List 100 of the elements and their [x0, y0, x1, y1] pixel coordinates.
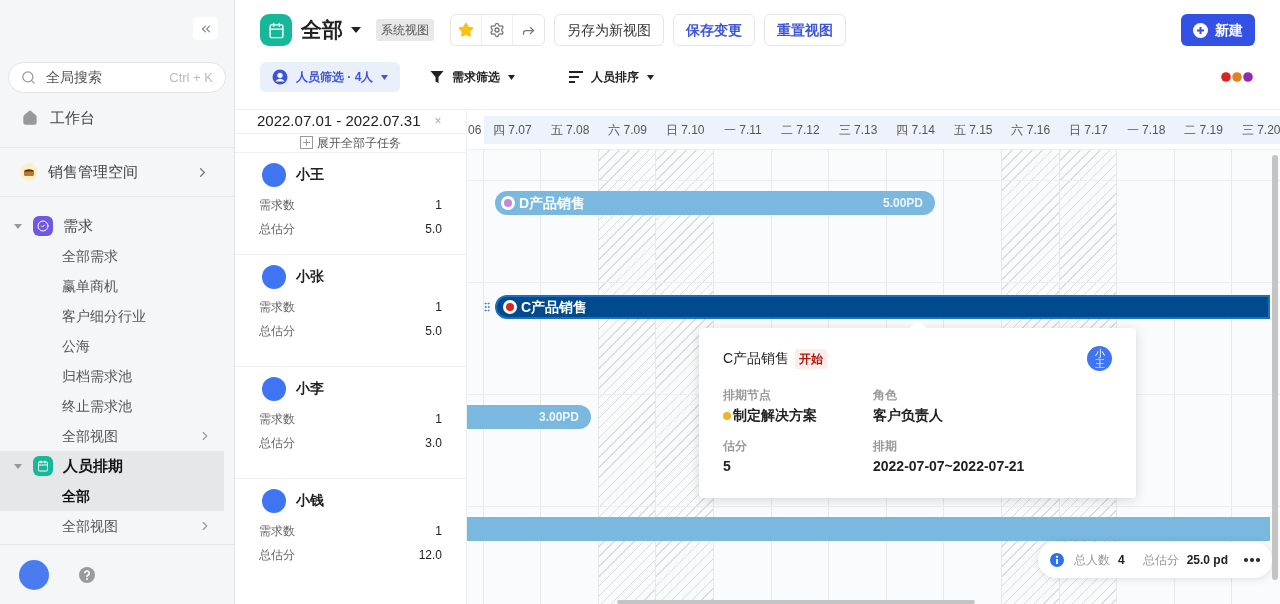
day-label: 五 7.15	[953, 122, 993, 139]
tree-item[interactable]: 全部需求	[0, 241, 224, 271]
popover-title: C产品销售	[723, 349, 790, 368]
person-name: 小钱	[296, 491, 324, 510]
day-label: 三 7.20	[1241, 122, 1280, 139]
tree-item[interactable]: 全部视图	[0, 511, 224, 541]
tree-item[interactable]: 全部	[0, 481, 224, 511]
task-title: C产品销售	[521, 297, 588, 317]
task-estimate: 5.00PD	[882, 195, 923, 212]
person-avatar	[262, 264, 286, 289]
filter-icon	[430, 70, 445, 84]
person-avatar	[262, 488, 286, 513]
stat-value: 1	[435, 410, 442, 428]
person-name: 小李	[296, 379, 324, 398]
task-title: D产品销售	[519, 193, 586, 213]
day-label: 六 7.09	[608, 122, 647, 139]
field-value: 5	[723, 457, 731, 476]
day-label: 三 7.13	[838, 122, 878, 139]
stat-value: 3.0	[425, 434, 442, 452]
day-label: 日 7.10	[665, 122, 705, 139]
workbench-item[interactable]: 工作台	[0, 97, 234, 139]
stat-value: 12.0	[418, 546, 442, 564]
search-icon	[21, 70, 36, 85]
view-title: 全部	[301, 17, 343, 44]
stat-value: 5.0	[425, 220, 442, 238]
star-icon	[458, 22, 474, 38]
status-tag: 开始	[795, 348, 828, 369]
more-icon[interactable]	[1244, 558, 1260, 562]
person-name: 小张	[296, 267, 324, 286]
home-icon	[22, 110, 38, 126]
stat-label: 总估分	[259, 434, 295, 452]
day-label: 五 7.08	[550, 122, 590, 139]
tree-group[interactable]: 人员排期	[0, 451, 224, 481]
tree-group[interactable]: 需求	[0, 211, 224, 241]
day-label: 二 7.12	[781, 122, 820, 139]
caret-icon	[508, 74, 516, 80]
field-value: 2022-07-07~2022-07-21	[873, 457, 1025, 476]
shortcut-hint: Ctrl + K	[169, 68, 213, 87]
stat-value: 5.0	[425, 322, 442, 340]
settings-icon	[489, 22, 505, 38]
space-item[interactable]: 销售管理空间	[0, 148, 234, 196]
filter-button[interactable]: 需求筛选	[418, 62, 528, 92]
field-value: 客户负责人	[873, 406, 943, 425]
summary-value: 25.0 pd	[1186, 552, 1228, 569]
stat-value: 1	[435, 298, 442, 316]
drag-handle-icon	[481, 301, 493, 313]
search-input[interactable]: 全局搜索	[46, 67, 160, 88]
user-circle-icon	[272, 69, 288, 85]
view-tag: 系统视图	[376, 19, 434, 41]
expand-all-button[interactable]: 展开全部子任务	[235, 133, 466, 153]
view-action-button[interactable]: 另存为新视图	[554, 14, 664, 46]
task-estimate: 3.00PD	[538, 409, 579, 426]
collapse-sidebar-button[interactable]	[193, 17, 218, 40]
filter-button[interactable]: 人员排序	[557, 62, 667, 92]
caret-icon	[381, 74, 389, 80]
day-label: 二 7.19	[1184, 122, 1223, 139]
caret-icon[interactable]	[351, 26, 361, 34]
stat-label: 总估分	[259, 220, 295, 238]
filter-button[interactable]: 人员筛选 · 4人	[260, 62, 401, 92]
stat-label: 需求数	[259, 522, 295, 540]
assignee-avatar: 小王	[1087, 346, 1112, 371]
stat-label: 需求数	[259, 298, 295, 316]
date-range[interactable]: 2022.07.01 - 2022.07.31	[257, 110, 421, 133]
stat-label: 需求数	[259, 196, 295, 214]
calendar-icon	[33, 456, 53, 476]
caret-icon	[647, 74, 655, 80]
stat-label: 总估分	[259, 322, 295, 340]
help-icon[interactable]	[79, 566, 95, 583]
field-label: 排期	[873, 438, 898, 454]
horizontal-scrollbar[interactable]	[617, 600, 975, 604]
stat-value: 1	[435, 522, 442, 540]
tree-item[interactable]: 公海	[0, 331, 224, 361]
tree-item[interactable]: 归档需求池	[0, 361, 224, 391]
info-icon	[1049, 553, 1064, 567]
field-label: 估分	[723, 438, 748, 454]
day-label: 日 7.17	[1069, 122, 1108, 139]
plus-circle-icon	[1193, 22, 1208, 38]
day-label: 06	[467, 122, 482, 139]
person-name: 小王	[296, 165, 324, 184]
tree-item[interactable]: 全部视图	[0, 421, 224, 451]
day-label: 一 7.11	[723, 122, 762, 139]
view-action-button[interactable]: 重置视图	[764, 14, 846, 46]
cake-icon	[20, 163, 38, 181]
stat-value: 1	[435, 196, 442, 214]
user-avatar[interactable]	[19, 559, 49, 590]
field-value: 制定解决方案	[733, 406, 817, 425]
dots-icon[interactable]	[1221, 72, 1255, 82]
plus-square-icon	[300, 136, 313, 149]
stat-label: 总估分	[259, 546, 295, 564]
tree-item[interactable]: 赢单商机	[0, 271, 224, 301]
summary-label: 总人数	[1073, 552, 1110, 569]
tree-item[interactable]: 客户细分行业	[0, 301, 224, 331]
tree-item[interactable]: 终止需求池	[0, 391, 224, 421]
summary-value: 4	[1117, 552, 1125, 569]
vertical-scrollbar[interactable]	[1272, 155, 1278, 580]
sort-icon	[569, 71, 584, 83]
summary-label: 总估分	[1142, 552, 1179, 569]
view-action-button[interactable]: 保存变更	[673, 14, 755, 46]
task-bar[interactable]: C产品销售	[495, 295, 1270, 319]
new-button[interactable]: 新建	[1181, 14, 1255, 46]
